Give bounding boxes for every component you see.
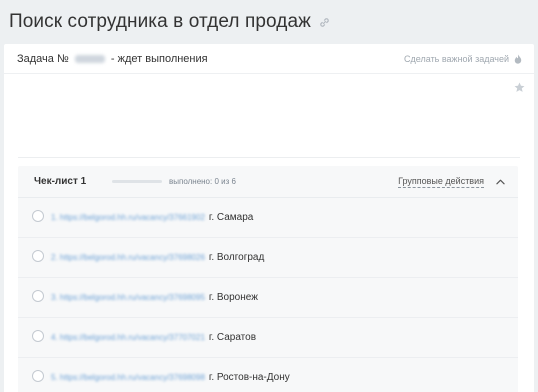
page-title: Поиск сотрудника в отдел продаж bbox=[9, 11, 311, 32]
checklist-title[interactable]: Чек-лист 1 bbox=[34, 176, 112, 187]
description-divider bbox=[18, 157, 520, 158]
task-header: Задача № - ждет выполнения Сделать важно… bbox=[4, 44, 534, 74]
checklist-item-checkbox[interactable] bbox=[32, 369, 44, 382]
checklist-item: 1. https://belgorod.hh.ru/vacancy/376619… bbox=[18, 198, 518, 238]
checklist: Чек-лист 1 выполнено: 0 из 6 Групповые д… bbox=[18, 166, 518, 392]
checklist-item-checkbox[interactable] bbox=[32, 249, 44, 262]
checklist-progress-bar bbox=[112, 180, 162, 183]
chevron-up-icon[interactable] bbox=[496, 179, 505, 185]
checklist-item-city: г. Воронеж bbox=[208, 292, 258, 303]
star-icon[interactable] bbox=[514, 82, 525, 93]
task-number: Задача № - ждет выполнения bbox=[17, 53, 208, 65]
checklist-items: 1. https://belgorod.hh.ru/vacancy/376619… bbox=[18, 198, 518, 392]
checklist-item: 5. https://belgorod.hh.ru/vacancy/376980… bbox=[18, 358, 518, 392]
checklist-item: 4. https://belgorod.hh.ru/vacancy/377070… bbox=[18, 318, 518, 358]
checklist-item-city: г. Ростов-на-Дону bbox=[208, 372, 290, 383]
page-header: Поиск сотрудника в отдел продаж bbox=[0, 0, 538, 44]
checklist-item-link[interactable]: 5. https://belgorod.hh.ru/vacancy/376980… bbox=[51, 373, 205, 382]
checklist-item-city: г. Самара bbox=[208, 212, 254, 223]
task-number-value bbox=[74, 54, 105, 63]
checklist-item-city: г. Волгоград bbox=[208, 252, 265, 263]
checklist-item: 2. https://belgorod.hh.ru/vacancy/376980… bbox=[18, 238, 518, 278]
make-important-button[interactable]: Сделать важной задачей bbox=[404, 54, 522, 64]
group-actions-link[interactable]: Групповые действия bbox=[398, 176, 484, 188]
task-card: Задача № - ждет выполнения Сделать важно… bbox=[4, 44, 534, 392]
flame-icon bbox=[514, 54, 522, 64]
checklist-progress-text: выполнено: 0 из 6 bbox=[169, 177, 236, 186]
checklist-item-link[interactable]: 1. https://belgorod.hh.ru/vacancy/376619… bbox=[51, 213, 205, 222]
checklist-item-city: г. Саратов bbox=[208, 332, 257, 343]
make-important-label: Сделать важной задачей bbox=[404, 53, 509, 64]
checklist-item-checkbox[interactable] bbox=[32, 289, 44, 302]
task-number-label: Задача № bbox=[17, 52, 69, 65]
checklist-item-checkbox[interactable] bbox=[32, 209, 44, 222]
task-status: - ждет выполнения bbox=[110, 52, 208, 65]
checklist-item-link[interactable]: 3. https://belgorod.hh.ru/vacancy/376980… bbox=[51, 293, 205, 302]
checklist-item-link[interactable]: 4. https://belgorod.hh.ru/vacancy/377070… bbox=[51, 333, 205, 342]
checklist-item-link[interactable]: 2. https://belgorod.hh.ru/vacancy/376980… bbox=[51, 253, 205, 262]
link-icon[interactable] bbox=[319, 17, 330, 28]
checklist-item: 3. https://belgorod.hh.ru/vacancy/376980… bbox=[18, 278, 518, 318]
checklist-header: Чек-лист 1 выполнено: 0 из 6 Групповые д… bbox=[18, 166, 518, 198]
checklist-item-checkbox[interactable] bbox=[32, 329, 44, 342]
